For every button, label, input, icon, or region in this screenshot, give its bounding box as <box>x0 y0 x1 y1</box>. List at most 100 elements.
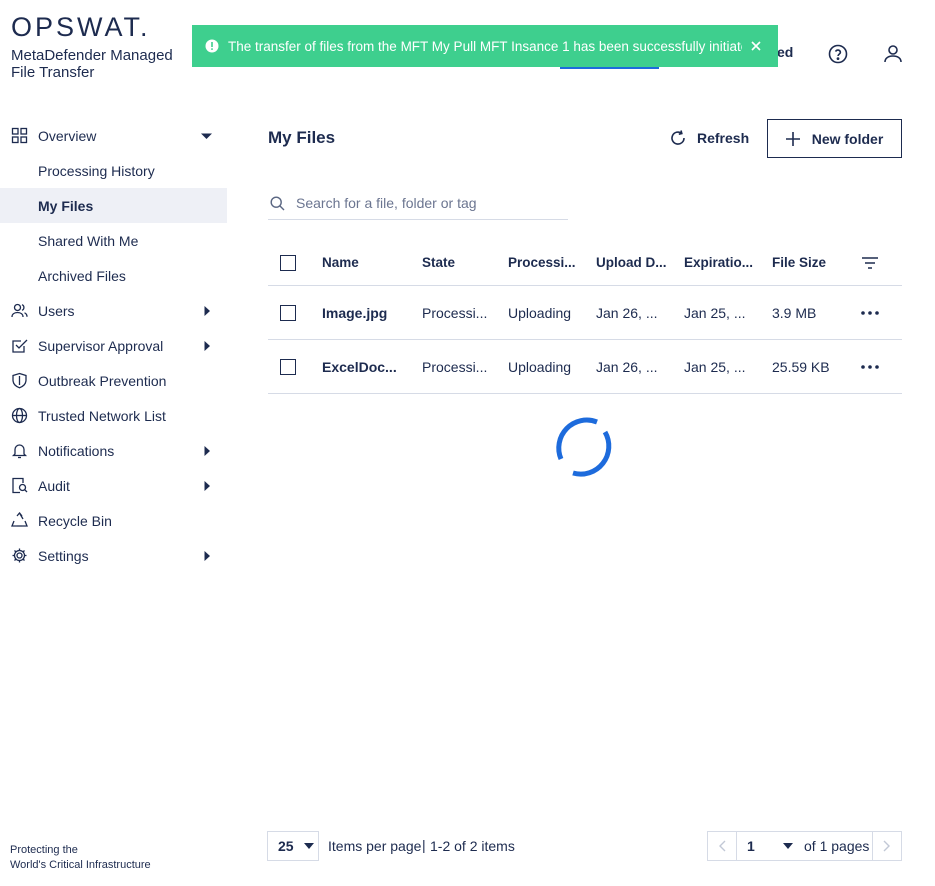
shield-icon <box>12 372 27 389</box>
row-select-cell <box>280 340 296 393</box>
search-input[interactable] <box>296 195 556 211</box>
caret-right-icon[interactable] <box>202 305 212 316</box>
refresh-icon <box>671 130 685 145</box>
caret-right-icon[interactable] <box>202 480 212 491</box>
caret-right-icon[interactable] <box>202 445 212 456</box>
filter-columns-button[interactable] <box>858 240 882 285</box>
next-page-button[interactable] <box>872 831 902 861</box>
column-header-expiration[interactable]: Expiratio... <box>684 240 754 285</box>
refresh-button[interactable]: Refresh <box>669 126 749 150</box>
items-count: 1-2 of 2 items <box>430 838 515 854</box>
sidebar-item-audit[interactable]: Audit <box>0 468 227 503</box>
sidebar-item-supervisor-approval[interactable]: Supervisor Approval <box>0 328 227 363</box>
brand: OPSWAT. MetaDefender Managed File Transf… <box>11 14 173 82</box>
previous-page-button[interactable] <box>707 831 737 861</box>
opswat-logo[interactable]: OPSWAT. <box>11 14 173 41</box>
sidebar-item-label: Notifications <box>38 442 115 459</box>
sidebar-item-label: Supervisor Approval <box>38 337 164 354</box>
file-upload-date: Jan 26, ... <box>596 304 658 321</box>
column-header-file-size[interactable]: File Size <box>772 240 842 285</box>
recycle-icon <box>11 512 28 527</box>
sidebar-item-archived-files[interactable]: Archived Files <box>0 258 227 293</box>
caret-right-icon[interactable] <box>202 550 212 561</box>
caret-right-icon[interactable] <box>202 340 212 351</box>
total-pages-label: of 1 pages <box>804 838 870 854</box>
items-per-page-select[interactable]: 25 <box>267 831 319 861</box>
table-row[interactable]: Image.jpg Processi... Uploading Jan 26, … <box>268 286 902 340</box>
row-actions-button[interactable] <box>858 286 882 339</box>
file-name[interactable]: Image.jpg <box>322 286 402 339</box>
footer-line2: World's Critical Infrastructure <box>10 859 151 871</box>
file-name[interactable]: ExcelDoc... <box>322 340 402 393</box>
check-square-icon <box>12 339 28 353</box>
sidebar-item-trusted-network-list[interactable]: Trusted Network List <box>0 398 227 433</box>
column-header-state[interactable]: State <box>422 240 488 285</box>
audit-icon <box>12 477 28 494</box>
column-header-upload-date[interactable]: Upload D... <box>596 240 666 285</box>
sidebar-item-label: My Files <box>38 197 94 214</box>
sidebar-item-overview[interactable]: Overview <box>0 118 227 153</box>
row-actions-button[interactable] <box>858 340 882 393</box>
sidebar-item-settings[interactable]: Settings <box>0 538 227 573</box>
row-select-cell <box>280 286 296 339</box>
table-row[interactable]: ExcelDoc... Processi... Uploading Jan 26… <box>268 340 902 394</box>
more-horizontal-icon <box>861 364 879 369</box>
search-icon <box>270 195 285 210</box>
row-checkbox[interactable] <box>280 358 296 375</box>
sidebar-item-outbreak-prevention[interactable]: Outbreak Prevention <box>0 363 227 398</box>
grid-icon <box>11 127 28 144</box>
pagination: 25 Items per page | 1-2 of 2 items 1 of … <box>267 831 902 861</box>
select-all-checkbox[interactable] <box>280 254 296 271</box>
column-header-name[interactable]: Name <box>322 240 402 285</box>
globe-icon <box>11 407 28 424</box>
file-upload-date: Jan 26, ... <box>596 358 658 375</box>
chevron-right-icon <box>883 840 890 852</box>
file-processing: Uploading <box>508 304 572 321</box>
sidebar-item-shared-with-me[interactable]: Shared With Me <box>0 223 227 258</box>
file-state: Processi... <box>422 358 488 375</box>
chevron-left-icon <box>719 840 726 852</box>
more-horizontal-icon <box>861 310 879 315</box>
search-bar <box>268 187 568 220</box>
column-header-processing[interactable]: Processi... <box>508 240 576 285</box>
files-table: Name State Processi... Upload D... Expir… <box>268 240 902 394</box>
success-toast: The transfer of files from the MFT My Pu… <box>192 25 778 67</box>
header-tab-partial[interactable]: ed <box>777 44 793 60</box>
sidebar-item-label: Overview <box>38 127 97 144</box>
new-folder-button[interactable]: New folder <box>767 119 902 158</box>
chevron-down-icon <box>783 843 793 849</box>
user-icon[interactable] <box>881 42 905 66</box>
sidebar-item-notifications[interactable]: Notifications <box>0 433 227 468</box>
new-folder-label: New folder <box>811 130 884 147</box>
product-name: MetaDefender Managed File Transfer <box>11 47 173 81</box>
pagination-separator: | <box>422 837 426 853</box>
sidebar-item-label: Shared With Me <box>38 232 139 249</box>
info-icon <box>205 39 219 53</box>
chevron-down-icon <box>303 843 314 849</box>
row-checkbox[interactable] <box>280 304 296 321</box>
plus-icon <box>785 131 800 146</box>
sidebar-footer: Protecting the World's Critical Infrastr… <box>10 843 151 873</box>
sidebar-item-label: Users <box>38 302 75 319</box>
refresh-label: Refresh <box>697 130 750 146</box>
product-name-line1: MetaDefender Managed <box>11 47 173 64</box>
sidebar-item-processing-history[interactable]: Processing History <box>0 153 227 188</box>
loading-spinner-icon <box>556 417 612 477</box>
page-title: My Files <box>268 128 336 147</box>
table-header-row: Name State Processi... Upload D... Expir… <box>268 240 902 286</box>
sidebar-item-my-files[interactable]: My Files <box>0 188 227 223</box>
sidebar-item-recycle-bin[interactable]: Recycle Bin <box>0 503 227 538</box>
filter-icon <box>862 256 878 269</box>
close-icon[interactable] <box>750 40 762 52</box>
sidebar-item-label: Outbreak Prevention <box>38 372 167 389</box>
file-expiration: Jan 25, ... <box>684 358 746 375</box>
file-size: 25.59 KB <box>772 358 830 375</box>
sidebar-item-label: Recycle Bin <box>38 512 112 529</box>
caret-down-icon[interactable] <box>201 131 212 141</box>
sidebar-item-label: Trusted Network List <box>38 407 166 424</box>
file-size: 3.9 MB <box>772 304 817 321</box>
gear-icon <box>12 548 27 563</box>
file-state: Processi... <box>422 304 488 321</box>
sidebar-item-users[interactable]: Users <box>0 293 227 328</box>
help-circle-icon[interactable] <box>826 42 850 66</box>
